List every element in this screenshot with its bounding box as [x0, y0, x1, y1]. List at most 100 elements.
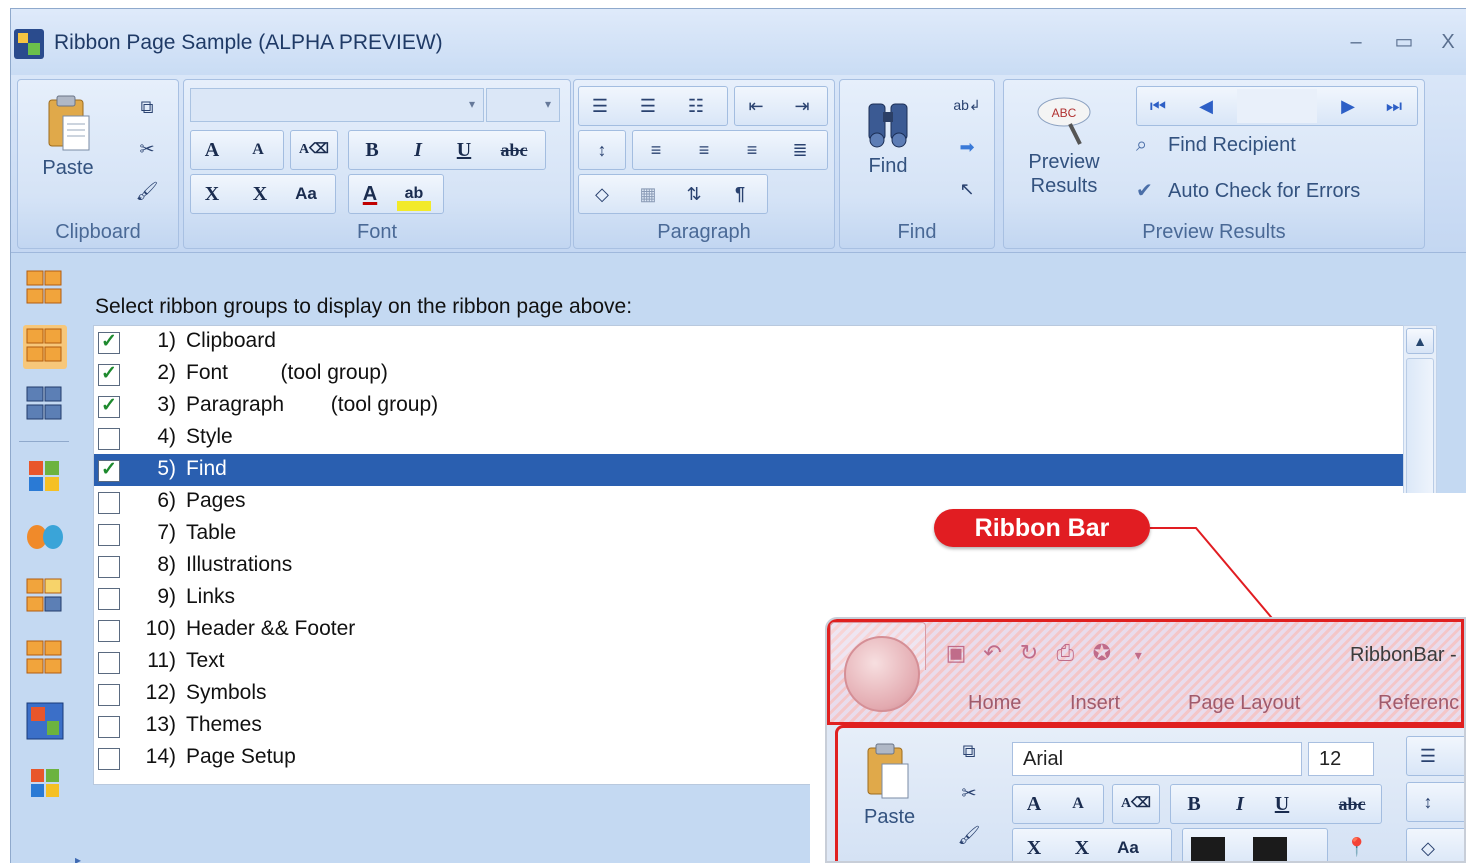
paste-button[interactable]: Paste	[28, 94, 108, 180]
list-item-checkbox[interactable]	[98, 556, 120, 578]
align-left-icon[interactable]: ≡	[641, 135, 671, 165]
list-item-checkbox[interactable]	[98, 748, 120, 770]
preview-paste-label[interactable]: Paste	[864, 806, 915, 829]
list-item[interactable]: 5) Find	[94, 454, 1404, 486]
tab-page-layout[interactable]: Page Layout	[1188, 692, 1300, 715]
maximize-button[interactable]: ▭	[1389, 27, 1419, 57]
tab-insert[interactable]: Insert	[1070, 692, 1120, 715]
clear-formatting-icon[interactable]: A⌫	[297, 133, 331, 167]
change-case-button[interactable]: Aa	[289, 177, 323, 211]
preview-cut-icon[interactable]: ✂	[954, 778, 984, 808]
list-item[interactable]: 3) Paragraph (tool group)	[94, 390, 1404, 422]
format-painter-icon[interactable]: 🖌	[132, 176, 162, 206]
preview-shading-icon[interactable]: ◇	[1413, 833, 1443, 861]
list-item-checkbox[interactable]	[98, 588, 120, 610]
copy-icon[interactable]: ⧉	[132, 92, 162, 122]
font-size-combo[interactable]: ▾	[486, 88, 560, 122]
borders-icon[interactable]: ▦	[633, 179, 663, 209]
puzzle-icon[interactable]	[23, 699, 67, 743]
align-right-icon[interactable]: ≡	[737, 135, 767, 165]
list-item-checkbox[interactable]	[98, 394, 120, 418]
preview-format-painter-icon[interactable]: 🖌	[954, 820, 984, 850]
italic-button[interactable]: I	[401, 133, 435, 167]
underline-button[interactable]: U	[447, 133, 481, 167]
list-item-checkbox[interactable]	[98, 458, 120, 482]
undo-icon[interactable]: ↶	[976, 638, 1008, 668]
shrink-font-button[interactable]: A	[241, 133, 275, 167]
tab-references[interactable]: Referenc	[1378, 692, 1459, 715]
print-icon[interactable]: ⎙	[1049, 638, 1081, 668]
list-item[interactable]: 2) Font (tool group)	[94, 358, 1404, 390]
minimize-button[interactable]: –	[1341, 27, 1371, 57]
line-spacing-icon[interactable]: ↕	[587, 135, 617, 165]
grid-logo-selected-icon[interactable]	[23, 325, 67, 369]
auto-check-button[interactable]: ✔ Auto Check for Errors	[1136, 178, 1360, 203]
save-icon[interactable]: ▣	[940, 638, 972, 668]
list-item-checkbox[interactable]	[98, 524, 120, 546]
scroll-up-button[interactable]: ▲	[1406, 328, 1434, 354]
scroll-thumb[interactable]	[1406, 358, 1434, 498]
list-item-checkbox[interactable]	[98, 428, 120, 450]
shading-icon[interactable]: ◇	[587, 179, 617, 209]
list-item-checkbox[interactable]	[98, 652, 120, 674]
last-record-icon[interactable]: ⏭	[1379, 91, 1409, 121]
preview-subscript-icon[interactable]: X	[1017, 831, 1051, 861]
numbering-icon[interactable]: ☰	[633, 91, 663, 121]
superscript-button[interactable]: X	[243, 177, 277, 211]
windows-logo-icon[interactable]	[23, 761, 67, 805]
strikethrough-button[interactable]: abc	[491, 133, 537, 167]
increase-indent-icon[interactable]: ⇥	[787, 91, 817, 121]
preview-italic-icon[interactable]: I	[1223, 787, 1257, 821]
preview-shrink-font-icon[interactable]: A	[1061, 787, 1095, 821]
preview-highlight-swatch[interactable]	[1253, 837, 1287, 861]
bullets-icon[interactable]: ☰	[585, 91, 615, 121]
sort-icon[interactable]: ⇅	[679, 179, 709, 209]
preview-superscript-icon[interactable]: X	[1065, 831, 1099, 861]
tab-home[interactable]: Home	[968, 692, 1021, 715]
list-item-checkbox[interactable]	[98, 620, 120, 642]
record-number-field[interactable]	[1237, 89, 1317, 123]
preview-bullets-icon[interactable]: ☰	[1413, 741, 1443, 771]
preview-font-size-combo[interactable]: 12	[1308, 742, 1374, 776]
list-item-checkbox[interactable]	[98, 330, 120, 354]
preview-line-spacing-icon[interactable]: ↕	[1413, 787, 1443, 817]
list-item-checkbox[interactable]	[98, 684, 120, 706]
align-center-icon[interactable]: ≡	[689, 135, 719, 165]
select-cursor-icon[interactable]: ↖	[952, 174, 982, 204]
decrease-indent-icon[interactable]: ⇤	[741, 91, 771, 121]
bold-button[interactable]: B	[355, 133, 389, 167]
preview-font-name-combo[interactable]: Arial	[1012, 742, 1302, 776]
list-item-checkbox[interactable]	[98, 362, 120, 386]
windows-flag-icon[interactable]	[23, 455, 67, 499]
preview-bold-icon[interactable]: B	[1177, 787, 1211, 821]
font-color-button[interactable]: A	[353, 177, 387, 211]
grow-font-button[interactable]: A	[195, 133, 229, 167]
grid-logo-icon[interactable]	[23, 267, 67, 311]
preview-strikethrough-icon[interactable]: abc	[1327, 787, 1377, 821]
first-record-icon[interactable]: ⏮	[1143, 91, 1173, 121]
preview-pin-icon[interactable]: 📍	[1342, 832, 1372, 861]
preview-font-color-swatch[interactable]	[1191, 837, 1225, 861]
previous-record-icon[interactable]: ◀	[1191, 91, 1221, 121]
subscript-button[interactable]: X	[195, 177, 229, 211]
application-orb-icon[interactable]	[844, 636, 920, 712]
close-button[interactable]: X	[1433, 27, 1463, 57]
next-record-icon[interactable]: ▶	[1333, 91, 1363, 121]
preview-clear-format-icon[interactable]: A⌫	[1119, 787, 1153, 821]
show-marks-button[interactable]: ¶	[725, 179, 755, 209]
grid-logo-blue-icon[interactable]	[23, 383, 67, 427]
goto-arrow-icon[interactable]: ➡	[952, 132, 982, 162]
ribbon-award-icon[interactable]: ✪	[1086, 638, 1118, 668]
find-recipient-button[interactable]: ⌕ Find Recipient	[1136, 134, 1296, 157]
list-scrollbar[interactable]: ▲	[1403, 325, 1437, 505]
highlight-button[interactable]: ab	[397, 177, 431, 211]
find-button[interactable]: Find	[848, 94, 928, 178]
justify-icon[interactable]: ≣	[785, 135, 815, 165]
preview-change-case-icon[interactable]: Aa	[1111, 831, 1145, 861]
preview-results-button[interactable]: ABC Preview Results	[1010, 94, 1118, 198]
list-item[interactable]: 4) Style	[94, 422, 1404, 454]
list-item-checkbox[interactable]	[98, 492, 120, 514]
grid-logo-orange-icon[interactable]	[23, 575, 67, 619]
redo-icon[interactable]: ↻	[1013, 638, 1045, 668]
preview-underline-icon[interactable]: U	[1265, 787, 1299, 821]
